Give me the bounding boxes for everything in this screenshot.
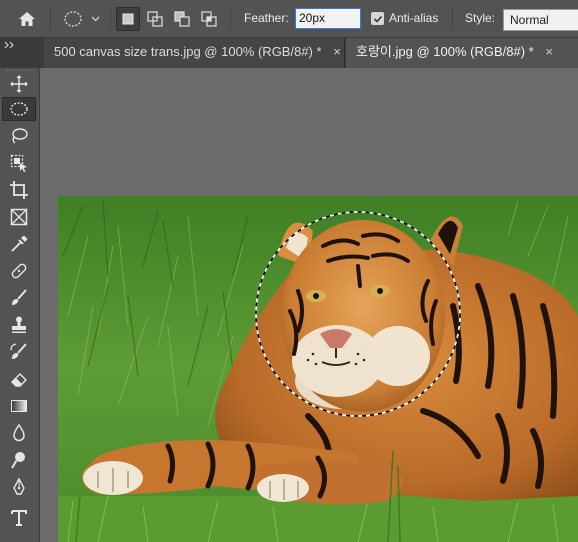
tiger-photo-canvas[interactable] (58, 196, 578, 542)
tool-preset-picker[interactable] (58, 8, 104, 30)
object-selection-icon (10, 154, 27, 172)
dodge-icon (11, 452, 25, 469)
divider (452, 7, 453, 31)
blur-tool[interactable] (2, 421, 36, 445)
eyedropper-tool[interactable] (2, 232, 36, 256)
document-workspace[interactable] (40, 68, 578, 542)
divider (50, 7, 51, 31)
healing-brush-tool[interactable] (2, 259, 36, 283)
lasso-tool[interactable] (2, 124, 36, 148)
feather-label: Feather: (244, 11, 289, 25)
pen-icon (13, 477, 25, 495)
style-label: Style: (465, 11, 496, 25)
options-bar: Feather: 20px Anti-alias Style: Normal (0, 0, 578, 38)
type-tool[interactable] (2, 506, 36, 530)
tiger-photo (58, 196, 578, 542)
close-tab-icon[interactable]: × (545, 44, 553, 59)
ellipse-marquee-icon (10, 102, 28, 116)
history-brush-tool[interactable] (2, 340, 36, 364)
type-icon (11, 510, 27, 526)
subtract-from-selection-button[interactable] (170, 7, 194, 31)
stamp-icon (12, 316, 26, 333)
move-icon (10, 75, 28, 93)
new-selection-button[interactable] (116, 7, 140, 31)
frame-icon (10, 208, 28, 226)
history-brush-icon (10, 343, 27, 359)
add-selection-icon (147, 11, 163, 27)
anti-alias-label: Anti-alias (389, 11, 439, 25)
bandage-icon (11, 263, 27, 279)
tools-panel (0, 68, 40, 542)
clone-stamp-tool[interactable] (2, 313, 36, 337)
intersect-selection-icon (201, 11, 217, 27)
eraser-icon (11, 373, 27, 387)
frame-tool[interactable] (2, 205, 36, 229)
crop-icon (10, 181, 28, 199)
divider (230, 7, 231, 31)
document-tabs: 500 canvas size trans.jpg @ 100% (RGB/8#… (0, 38, 578, 68)
home-button[interactable] (14, 8, 40, 30)
brush-tool[interactable] (2, 286, 36, 310)
object-selection-tool[interactable] (2, 151, 36, 175)
crop-tool[interactable] (2, 178, 36, 202)
brush-icon (12, 289, 27, 305)
collapse-panel-icon[interactable] (4, 40, 16, 50)
style-select[interactable]: Normal (503, 9, 578, 31)
elliptical-marquee-tool[interactable] (2, 97, 36, 121)
feather-input[interactable]: 20px (295, 8, 361, 29)
move-tool[interactable] (2, 72, 36, 96)
new-selection-icon (122, 13, 134, 25)
drop-icon (13, 423, 25, 442)
add-to-selection-button[interactable] (143, 7, 167, 31)
anti-alias-checkbox[interactable] (371, 12, 384, 25)
checkmark-icon (373, 15, 382, 23)
tab-tiger-image[interactable]: 호랑이.jpg @ 100% (RGB/8#) * × (346, 38, 578, 68)
tab-500-canvas-size[interactable]: 500 canvas size trans.jpg @ 100% (RGB/8#… (44, 38, 345, 68)
intersect-selection-button[interactable] (197, 7, 221, 31)
dodge-tool[interactable] (2, 448, 36, 472)
close-tab-icon[interactable]: × (333, 44, 341, 59)
eyedropper-icon (11, 235, 28, 252)
gradient-icon (11, 400, 27, 412)
subtract-selection-icon (174, 11, 190, 27)
tab-label: 500 canvas size trans.jpg @ 100% (RGB/8#… (54, 44, 322, 59)
eraser-tool[interactable] (2, 367, 36, 391)
pen-tool[interactable] (2, 475, 36, 499)
ellipse-marquee-icon (64, 11, 100, 27)
tab-label: 호랑이.jpg @ 100% (RGB/8#) * (356, 44, 534, 59)
gradient-tool[interactable] (2, 394, 36, 418)
lasso-icon (12, 128, 28, 144)
divider (110, 7, 111, 31)
home-icon (19, 12, 35, 26)
